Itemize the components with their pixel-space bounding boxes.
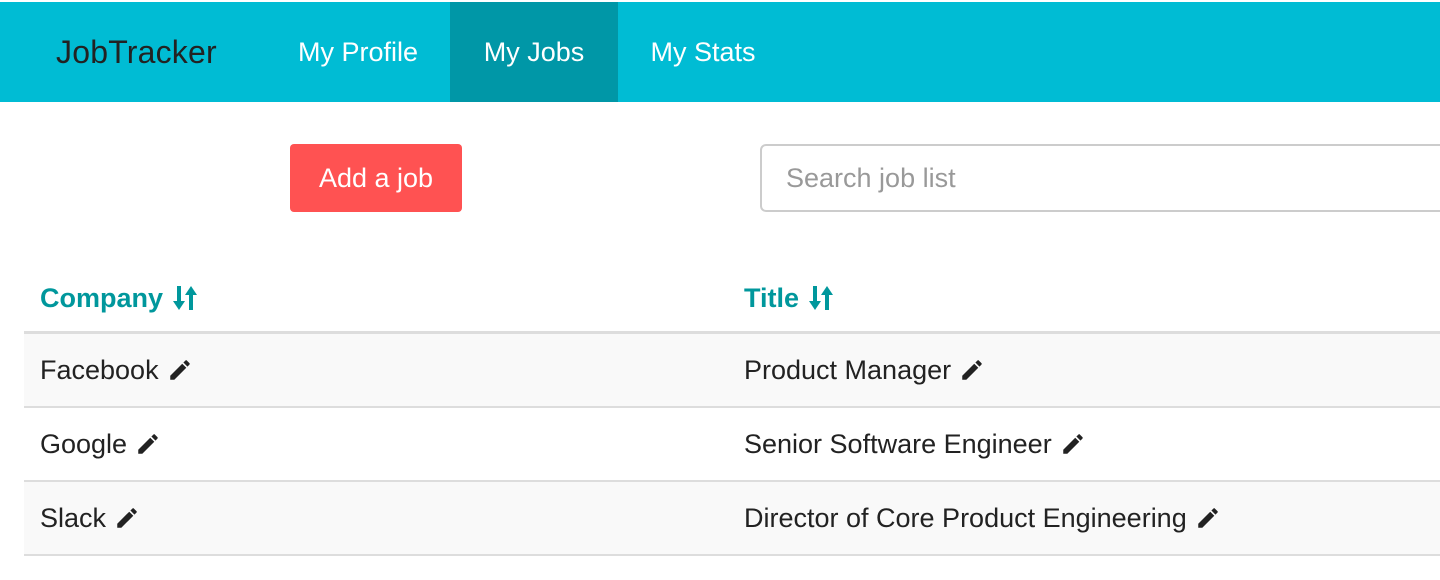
jobs-table: Company Title Facebook Product Manager G… (24, 262, 1440, 556)
nav-my-profile[interactable]: My Profile (266, 2, 450, 102)
column-label: Title (744, 282, 800, 313)
brand-logo[interactable]: JobTracker (0, 2, 266, 102)
company-name: Slack (40, 502, 107, 533)
pencil-icon[interactable] (959, 357, 985, 383)
add-job-button[interactable]: Add a job (290, 144, 462, 212)
table-row: Google Senior Software Engineer (24, 408, 1440, 482)
pencil-icon[interactable] (114, 505, 140, 531)
cell-title: Senior Software Engineer (744, 408, 1086, 480)
cell-company: Facebook (40, 334, 193, 406)
company-name: Facebook (40, 354, 159, 385)
sort-icon[interactable] (807, 283, 835, 313)
table-row: Slack Director of Core Product Engineeri… (24, 482, 1440, 556)
cell-title: Director of Core Product Engineering (744, 482, 1221, 554)
column-header-title[interactable]: Title (744, 262, 835, 334)
cell-company: Google (40, 408, 161, 480)
column-header-company[interactable]: Company (40, 262, 199, 334)
job-title: Product Manager (744, 354, 952, 385)
job-title: Director of Core Product Engineering (744, 502, 1187, 533)
pencil-icon[interactable] (1060, 431, 1086, 457)
nav-my-jobs[interactable]: My Jobs (450, 2, 618, 102)
job-title: Senior Software Engineer (744, 428, 1052, 459)
pencil-icon[interactable] (135, 431, 161, 457)
cell-title: Product Manager (744, 334, 985, 406)
table-header: Company Title (24, 262, 1440, 334)
top-nav: JobTracker My Profile My Jobs My Stats (0, 2, 1440, 102)
pencil-icon[interactable] (1195, 505, 1221, 531)
column-label: Company (40, 282, 164, 313)
search-input[interactable] (760, 144, 1440, 212)
pencil-icon[interactable] (167, 357, 193, 383)
sort-icon[interactable] (171, 283, 199, 313)
nav-my-stats[interactable]: My Stats (618, 2, 788, 102)
table-row: Facebook Product Manager (24, 334, 1440, 408)
cell-company: Slack (40, 482, 140, 554)
company-name: Google (40, 428, 128, 459)
